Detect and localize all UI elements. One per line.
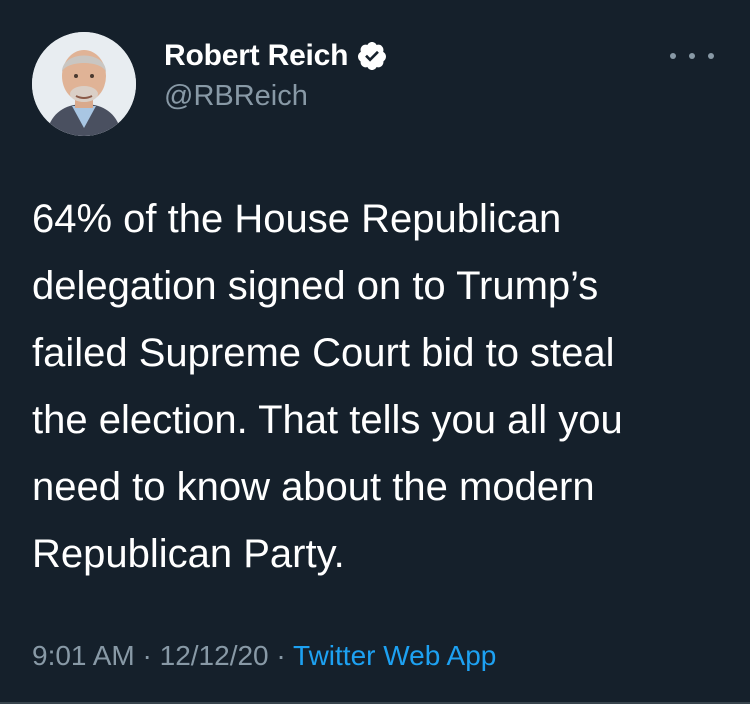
more-dot (670, 53, 676, 59)
meta-separator: · (134, 640, 160, 671)
tweet-date[interactable]: 12/12/20 (160, 640, 269, 671)
tweet-card: Robert Reich @RBReich 64% of the House R… (0, 0, 750, 704)
tweet-metadata: 9:01 AM · 12/12/20 · Twitter Web App (32, 632, 496, 680)
display-name[interactable]: Robert Reich (164, 39, 348, 73)
verified-badge-icon (356, 40, 388, 72)
tweet-source-link[interactable]: Twitter Web App (293, 640, 496, 671)
tweet-time[interactable]: 9:01 AM (32, 640, 135, 671)
author-info: Robert Reich @RBReich (164, 36, 388, 113)
more-dot (708, 53, 714, 59)
meta-separator: · (268, 640, 294, 671)
avatar-photo (32, 32, 136, 136)
name-row: Robert Reich (164, 36, 388, 76)
more-dot (689, 53, 695, 59)
user-handle[interactable]: @RBReich (164, 80, 388, 113)
more-options-icon[interactable] (670, 44, 714, 68)
avatar[interactable] (32, 32, 136, 136)
tweet-text: 64% of the House Republican delegation s… (32, 197, 623, 576)
